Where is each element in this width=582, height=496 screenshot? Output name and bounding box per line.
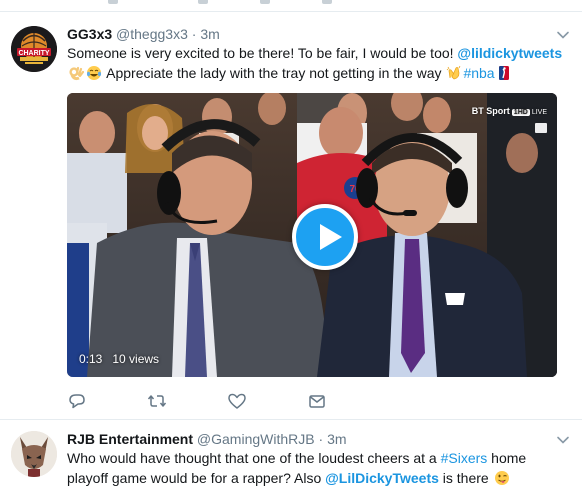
video-meta: 0:13 10 views [79,352,159,366]
tears-of-joy-emoji-icon [87,66,101,80]
avatar[interactable] [11,431,57,477]
network-name: BT Sport [471,106,510,116]
broadcaster-logo: BT Sport 1HD LIVE [472,106,547,116]
ok-hand-emoji-icon [69,66,84,81]
previous-tweet-edge [0,0,582,12]
previous-tweet-action-stub [260,0,270,4]
gg3x3-charity-logo-icon: CHARITY [11,26,57,72]
tweet-text: Someone is very excited to be there! To … [67,43,567,83]
video-duration: 0:13 [79,352,103,366]
tweet-text: Who would have thought that one of the l… [67,448,567,488]
display-name[interactable]: GG3x3 [67,26,112,42]
separator-dot: · [191,26,197,42]
previous-tweet-action-stub [198,0,208,4]
chevron-down-icon[interactable] [556,28,570,42]
display-name[interactable]: RJB Entertainment [67,431,193,447]
timestamp[interactable]: 3m [200,26,219,42]
video-player[interactable]: 76 BT Sport 1HD LIVE 0:13 10 views [67,93,557,377]
channel-badge: 1HD [511,109,530,116]
live-label: LIVE [531,109,547,116]
hashtag-link[interactable]: #Sixers [441,450,488,466]
tweet-text-part: Someone is very excited to be there! To … [67,45,458,61]
chevron-down-icon[interactable] [556,433,570,447]
tweet-actions [67,391,367,413]
view-count: 10 views [112,352,160,366]
reply-icon[interactable] [67,391,87,411]
direct-message-icon[interactable] [307,391,327,411]
tweet-text-part: Who would have thought that one of the l… [67,450,441,466]
svg-text:CHARITY: CHARITY [18,50,49,57]
play-button[interactable] [292,204,358,270]
expand-icon[interactable] [535,123,547,133]
timestamp[interactable]: 3m [327,431,346,447]
tweet-text-part: Appreciate the lady with the tray not ge… [106,65,446,81]
hashtag-link[interactable]: #nba [463,65,494,81]
clapping-hands-emoji-icon [447,65,461,80]
retweet-icon[interactable] [147,391,167,411]
tweet-header: GG3x3 @thegg3x3 · 3m [67,25,220,43]
winking-tongue-emoji-icon [494,471,509,485]
mention-link[interactable]: @LilDickyTweets [325,470,439,486]
mention-link[interactable]: @lildickytweets [457,45,562,61]
like-icon[interactable] [227,391,247,411]
tweet[interactable]: CHARITY GG3x3 @thegg3x3 · 3m Someone is … [0,12,582,420]
user-handle[interactable]: @thegg3x3 [116,26,188,42]
user-handle[interactable]: @GamingWithRJB [197,431,315,447]
nba-logo-icon [498,66,509,80]
tweet-text-part: is there [438,470,493,486]
tweet-header: RJB Entertainment @GamingWithRJB · 3m [67,430,347,448]
separator-dot: · [318,431,324,447]
rjb-fox-avatar-icon [11,431,57,477]
tweet[interactable]: RJB Entertainment @GamingWithRJB · 3m Wh… [0,421,582,496]
previous-tweet-action-stub [322,0,332,4]
previous-tweet-action-stub [108,0,118,4]
avatar[interactable]: CHARITY [11,26,57,72]
